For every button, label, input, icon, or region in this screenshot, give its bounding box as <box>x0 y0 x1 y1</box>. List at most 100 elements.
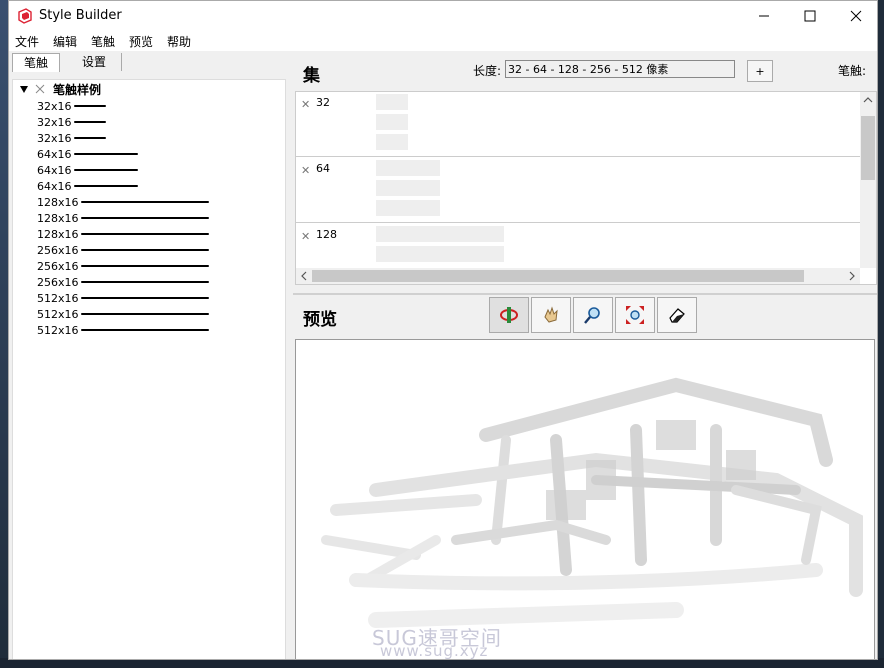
stroke-sample-row[interactable]: 128x16 <box>37 226 209 242</box>
stroke-sample-label: 128x16 <box>37 227 79 241</box>
delete-set-x-icon[interactable]: ✕ <box>301 98 310 111</box>
stroke-sample-line <box>80 297 209 299</box>
minimize-icon <box>759 15 769 17</box>
stroke-sample-label: 64x16 <box>37 147 72 161</box>
stroke-sample-line <box>73 137 106 139</box>
stroke-sample-row[interactable]: 64x16 <box>37 178 138 194</box>
stroke-sample-row[interactable]: 64x16 <box>37 146 138 162</box>
tab-strokes[interactable]: 笔触 <box>12 53 60 72</box>
tab-settings[interactable]: 设置 <box>67 53 122 71</box>
tree-root-label: 笔触样例 <box>53 82 102 97</box>
scroll-up-icon[interactable] <box>860 92 876 108</box>
stroke-slot[interactable] <box>376 160 440 176</box>
stroke-sample-row[interactable]: 32x16 <box>37 130 106 146</box>
stroke-sample-row[interactable]: 512x16 <box>37 306 209 322</box>
sets-title: 集 <box>303 66 320 86</box>
set-length-label: 32 <box>316 96 330 109</box>
menu-stroke[interactable]: 笔触 <box>91 33 115 50</box>
add-set-button[interactable]: + <box>747 60 773 82</box>
pan-button[interactable] <box>531 297 571 333</box>
stroke-sample-line <box>73 153 138 155</box>
stroke-sample-row[interactable]: 64x16 <box>37 162 138 178</box>
sets-vertical-scrollbar[interactable] <box>860 92 876 268</box>
set-length-label: 64 <box>316 162 330 175</box>
scroll-left-icon[interactable] <box>296 268 312 284</box>
window-title: Style Builder <box>39 8 122 23</box>
length-field[interactable]: 32 - 64 - 128 - 256 - 512 像素 <box>505 60 735 78</box>
delete-set-x-icon[interactable]: ✕ <box>301 164 310 177</box>
stroke-slot[interactable] <box>376 246 504 262</box>
set-group-128[interactable]: ✕ 128 <box>296 224 860 268</box>
right-panel: 集 长度: 32 - 64 - 128 - 256 - 512 像素 + 笔触:… <box>293 51 877 660</box>
stroke-sample-row[interactable]: 256x16 <box>37 274 209 290</box>
stroke-slot[interactable] <box>376 134 408 150</box>
set-group-64[interactable]: ✕ 64 <box>296 158 860 223</box>
menu-file[interactable]: 文件 <box>15 33 39 50</box>
stroke-sample-row[interactable]: 256x16 <box>37 242 209 258</box>
minimize-button[interactable] <box>741 1 787 31</box>
scroll-right-icon[interactable] <box>844 268 860 284</box>
stroke-sample-row[interactable]: 256x16 <box>37 258 209 274</box>
desktop-right-strip <box>878 0 884 668</box>
eraser-icon <box>669 308 685 323</box>
title-bar: Style Builder <box>9 1 877 31</box>
delete-x-icon[interactable] <box>35 84 45 94</box>
stroke-sample-line <box>80 313 209 315</box>
left-panel: 笔触 设置 笔触样例 32x16 32x16 32x16 64x16 64x16 64x1… <box>9 51 290 659</box>
tree-root[interactable]: 笔触样例 <box>19 82 102 97</box>
stroke-sample-label: 128x16 <box>37 211 79 225</box>
stroke-slot[interactable] <box>376 180 440 196</box>
horizontal-scroll-thumb[interactable] <box>312 270 804 282</box>
stroke-sample-label: 512x16 <box>37 323 79 337</box>
eraser-button[interactable] <box>657 297 697 333</box>
stroke-label: 笔触: <box>838 64 867 78</box>
stroke-slot[interactable] <box>376 114 408 130</box>
stroke-sample-label: 512x16 <box>37 307 79 321</box>
close-button[interactable] <box>833 1 877 31</box>
menu-edit[interactable]: 编辑 <box>53 33 77 50</box>
zoom-extents-icon <box>626 306 644 324</box>
stroke-sample-row[interactable]: 128x16 <box>37 210 209 226</box>
stroke-sample-label: 256x16 <box>37 259 79 273</box>
pan-hand-icon <box>544 306 558 323</box>
desktop-left-strip <box>0 0 8 668</box>
sketchup-logo-icon <box>18 8 32 24</box>
stroke-sample-row[interactable]: 128x16 <box>37 194 209 210</box>
preview-divider <box>293 293 877 295</box>
set-length-label: 128 <box>316 228 337 241</box>
stroke-slot[interactable] <box>376 94 408 110</box>
menu-help[interactable]: 帮助 <box>167 33 191 50</box>
stroke-sample-label: 32x16 <box>37 131 72 145</box>
stroke-sample-row[interactable]: 512x16 <box>37 322 209 338</box>
maximize-button[interactable] <box>787 1 833 31</box>
stroke-slot[interactable] <box>376 226 504 242</box>
stroke-sample-line <box>80 249 209 251</box>
stroke-sample-label: 256x16 <box>37 243 79 257</box>
vertical-scroll-thumb[interactable] <box>861 116 875 180</box>
collapse-triangle-icon[interactable] <box>19 84 29 94</box>
stroke-sample-row[interactable]: 32x16 <box>37 114 106 130</box>
stroke-sample-row[interactable]: 512x16 <box>37 290 209 306</box>
stroke-sample-line <box>80 233 209 235</box>
stroke-tree: 笔触样例 32x16 32x16 32x16 64x16 64x16 64x16 128x1… <box>12 79 286 659</box>
stroke-slot[interactable] <box>376 200 440 216</box>
stroke-sample-row[interactable]: 32x16 <box>37 98 106 114</box>
zoom-extents-button[interactable] <box>615 297 655 333</box>
preview-title: 预览 <box>303 310 337 330</box>
house-sketch-preview <box>321 377 863 628</box>
orbit-icon <box>500 307 518 323</box>
zoom-magnifier-icon <box>584 307 600 324</box>
style-builder-window: Style Builder 文件 编辑 笔触 预览 帮助 笔触 设置 笔触样例 … <box>8 0 878 660</box>
zoom-button[interactable] <box>573 297 613 333</box>
menu-preview[interactable]: 预览 <box>129 33 153 50</box>
preview-canvas[interactable]: SUG速哥空间 www.sug.xyz <box>295 339 875 660</box>
stroke-sample-label: 256x16 <box>37 275 79 289</box>
sets-horizontal-scrollbar[interactable] <box>296 268 860 284</box>
stroke-sample-label: 32x16 <box>37 115 72 129</box>
stroke-sample-line <box>80 281 209 283</box>
watermark-line2: www.sug.xyz <box>380 642 489 660</box>
stroke-sample-line <box>73 121 106 123</box>
orbit-button[interactable] <box>489 297 529 333</box>
set-group-32[interactable]: ✕ 32 <box>296 92 860 157</box>
delete-set-x-icon[interactable]: ✕ <box>301 230 310 243</box>
